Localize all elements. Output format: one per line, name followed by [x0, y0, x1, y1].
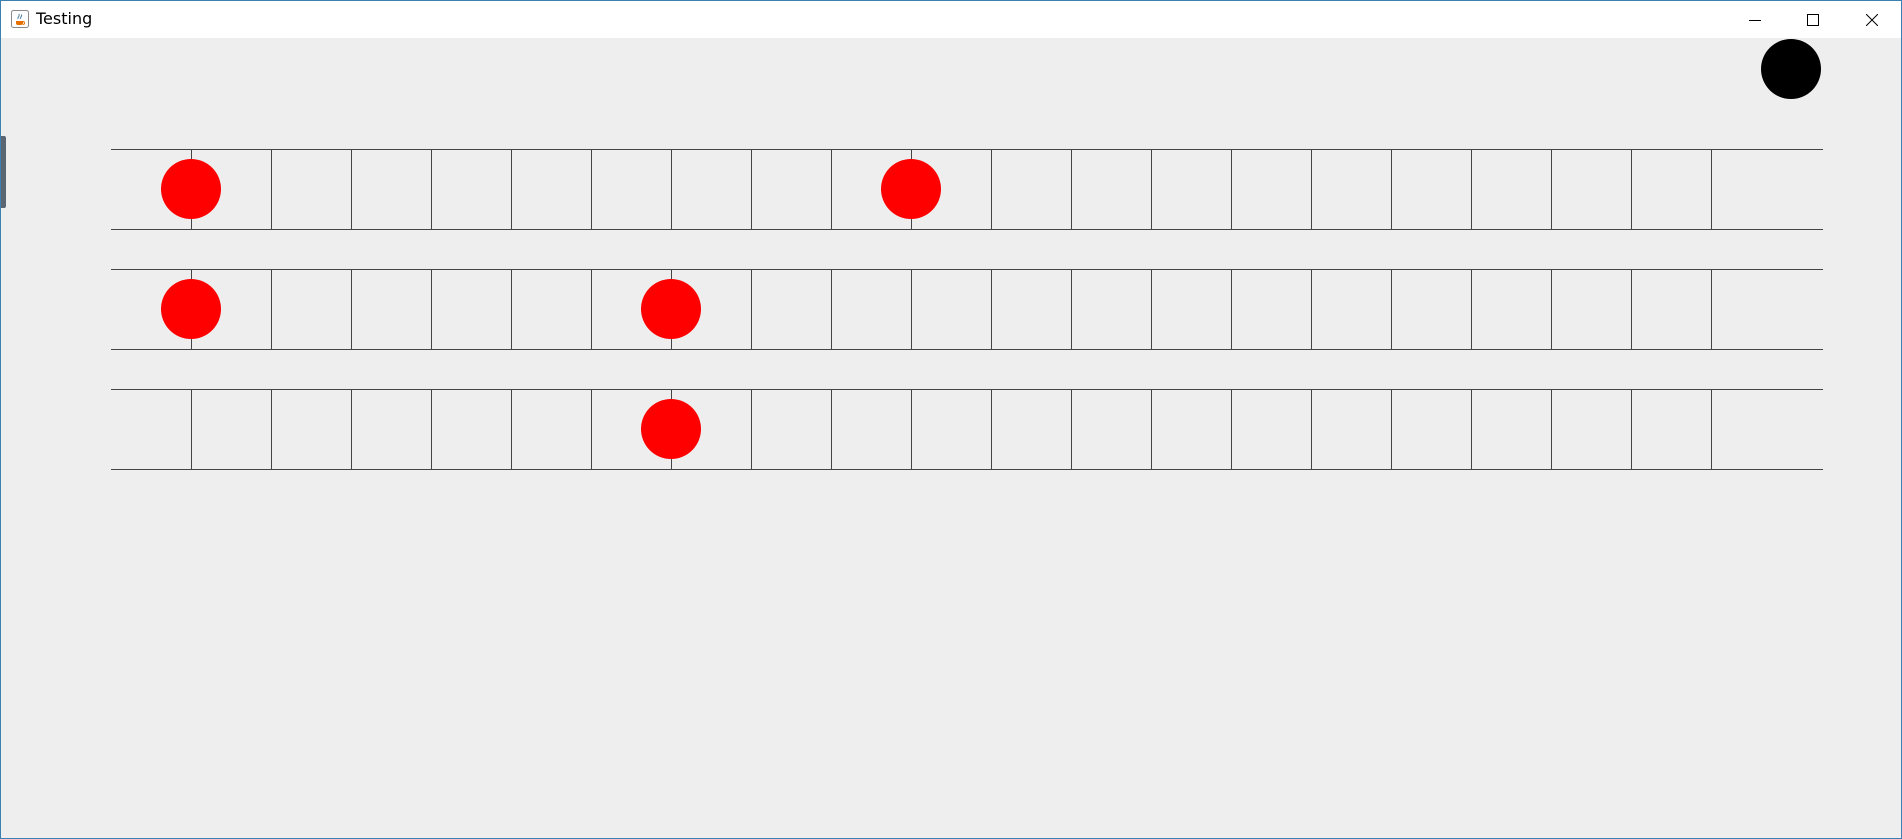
canvas-area[interactable]: [1, 38, 1901, 838]
maximize-icon: [1807, 13, 1819, 26]
java-coffee-cup-icon: [11, 10, 29, 28]
application-window: Testing: [0, 0, 1902, 839]
note-marker[interactable]: [161, 279, 221, 339]
close-button[interactable]: [1843, 1, 1901, 38]
maximize-button[interactable]: [1784, 1, 1842, 38]
title-bar[interactable]: Testing: [1, 1, 1901, 38]
window-title: Testing: [36, 9, 93, 28]
black-circle-indicator: [1761, 39, 1821, 99]
note-marker[interactable]: [641, 399, 701, 459]
minimize-button[interactable]: [1726, 1, 1784, 38]
close-icon: [1866, 13, 1878, 26]
note-marker[interactable]: [881, 159, 941, 219]
minimize-icon: [1749, 19, 1761, 21]
note-marker[interactable]: [161, 159, 221, 219]
sequencer-grid[interactable]: [1, 38, 1901, 838]
note-marker[interactable]: [641, 279, 701, 339]
